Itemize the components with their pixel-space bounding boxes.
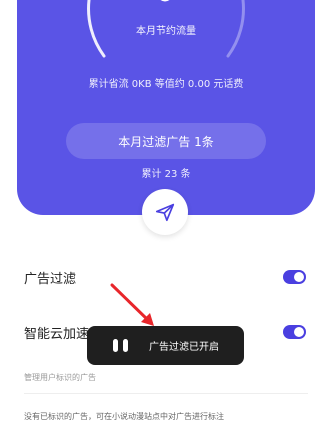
- divider: [24, 393, 308, 394]
- paper-plane-icon: [155, 203, 175, 222]
- share-button[interactable]: [142, 189, 188, 235]
- monthly-filter-button[interactable]: 本月过滤广告 1条: [66, 123, 266, 159]
- cloud-accel-toggle[interactable]: [283, 325, 306, 339]
- ad-filter-toggle[interactable]: [283, 270, 306, 284]
- cumulative-saved-label: 累计省流 0KB 等值约 0.00 元话费: [88, 79, 244, 90]
- marked-ads-section-caption: 管理用户标识的广告: [24, 373, 96, 382]
- cloud-accel-label: 智能云加速: [24, 327, 90, 342]
- annotation-arrow-icon: [110, 283, 154, 326]
- toggle-knob: [294, 272, 304, 282]
- ad-filter-label: 广告过滤: [24, 272, 77, 287]
- pause-icon: [113, 338, 135, 353]
- savings-card: 本月节约流量 累计省流 0KB 等值约 0.00 元话费 本月过滤广告 1条 累…: [17, 0, 315, 215]
- page: 本月节约流量 累计省流 0KB 等值约 0.00 元话费 本月过滤广告 1条 累…: [0, 0, 325, 427]
- toggle-knob: [294, 327, 304, 337]
- toast-message: 广告过滤已开启: [149, 342, 219, 353]
- monthly-saved-label: 本月节约流量: [136, 26, 196, 37]
- filter-enabled-toast: 广告过滤已开启: [87, 326, 244, 365]
- empty-marked-ads-note: 没有已标识的广告，可在小说动漫站点中对广告进行标注: [24, 412, 224, 421]
- cumulative-count-label: 累计 23 条: [141, 169, 191, 180]
